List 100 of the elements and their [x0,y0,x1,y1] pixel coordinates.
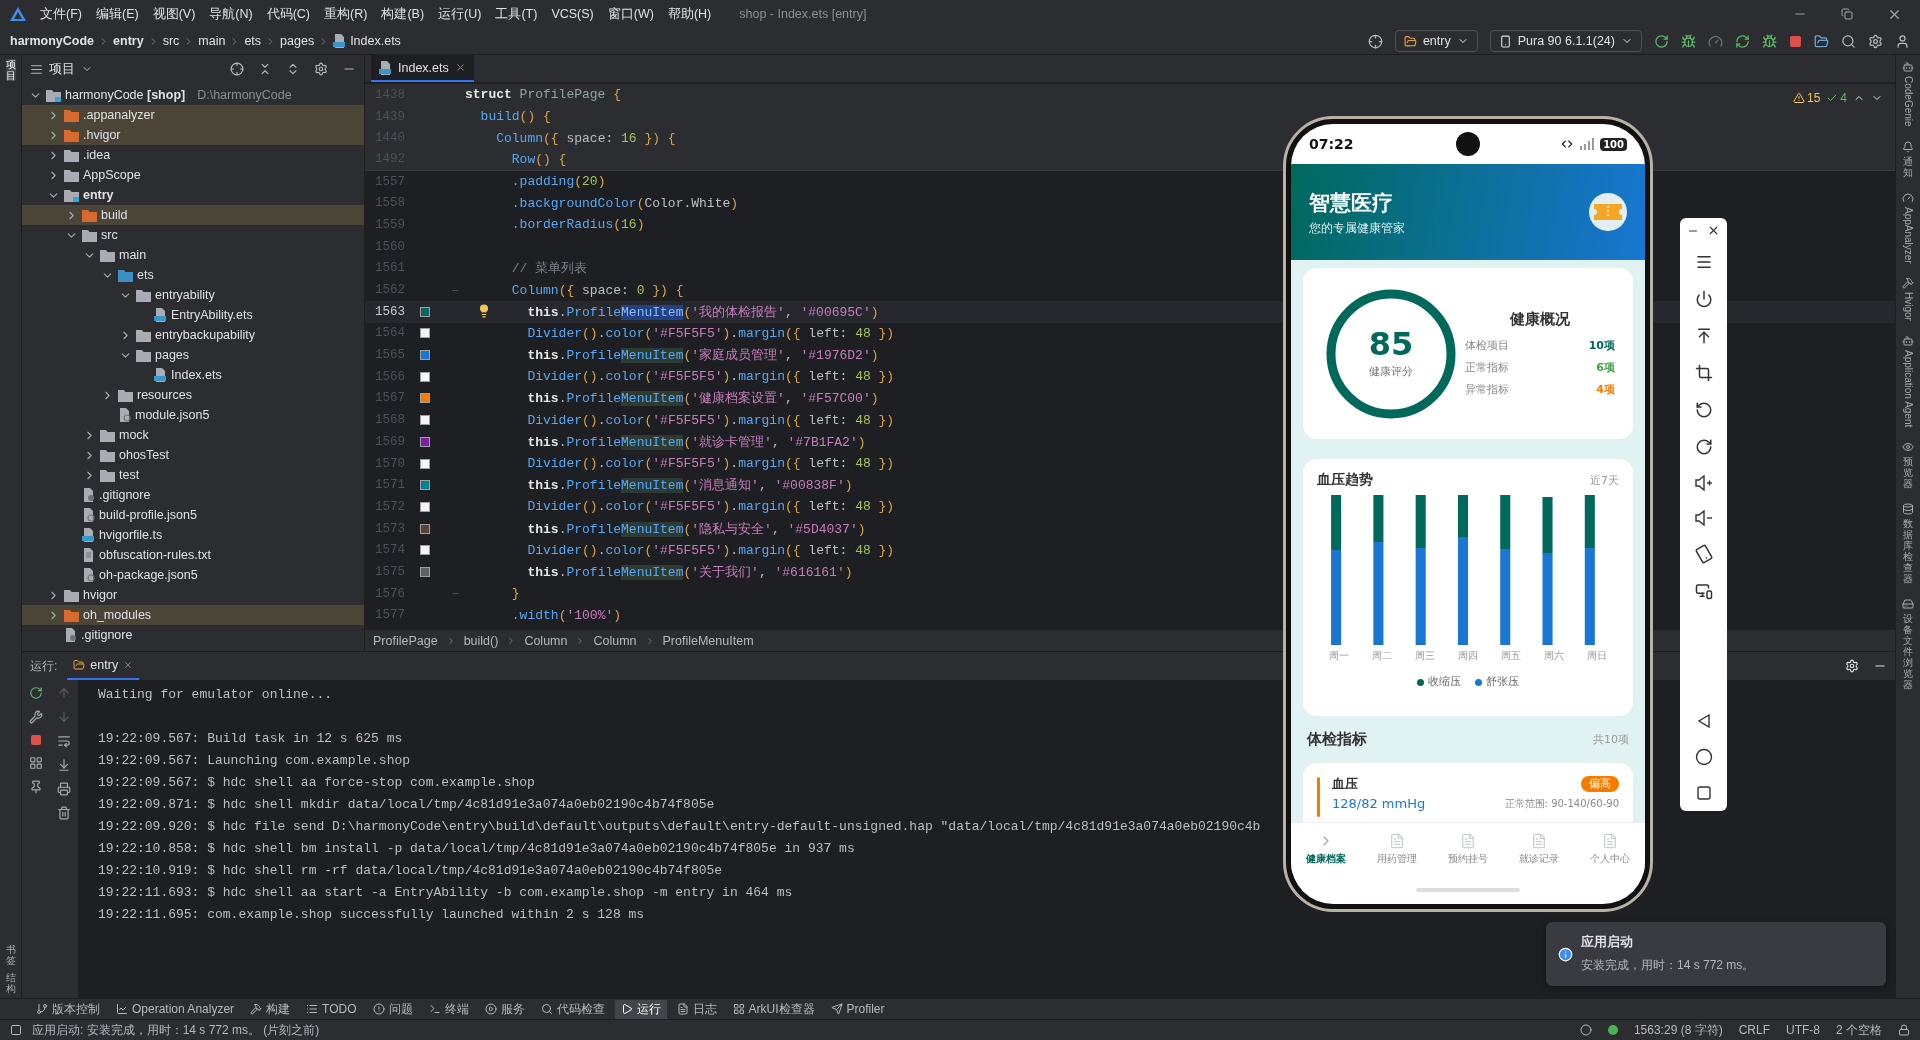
pin-icon[interactable] [29,780,43,794]
breadcrumb-item[interactable]: pages [280,34,315,48]
search-icon[interactable] [1841,33,1856,49]
indent-setting[interactable]: 2 个空格 [1836,1021,1882,1039]
scroll-end-icon[interactable] [57,758,71,772]
target-icon[interactable] [230,62,244,76]
recents-icon[interactable] [1695,785,1712,801]
color-swatch[interactable] [420,415,430,426]
breadcrumb-item[interactable]: entry [113,34,144,48]
menu-item[interactable]: 重构(R) [324,5,368,23]
nav-tab[interactable]: 个人中心 [1574,832,1645,866]
tree-item[interactable]: pages [155,348,190,362]
tree-item[interactable]: .gitignore [81,628,133,642]
nav-tab[interactable]: 预约挂号 [1432,832,1504,866]
close-icon[interactable] [1707,224,1720,237]
tree-item[interactable]: build [101,208,128,222]
cursor-position[interactable]: 1563:29 (8 字符) [1633,1021,1723,1039]
color-swatch[interactable] [420,523,430,534]
color-swatch[interactable] [420,566,430,577]
settings-icon[interactable] [1868,33,1883,49]
tree-item[interactable]: build-profile.json5 [99,508,197,522]
robot-icon[interactable] [1902,335,1914,348]
tool-tab[interactable]: 服务 [478,999,531,1019]
wrap-icon[interactable] [57,734,71,748]
home-icon[interactable] [1694,748,1713,766]
robot-icon[interactable] [1902,61,1914,73]
tool-window-tab[interactable]: 设备文件浏览器 [1903,613,1913,691]
database-icon[interactable] [1902,503,1914,516]
breadcrumb-item[interactable]: Index.ets [350,34,401,48]
tree-item[interactable]: main [119,248,147,262]
tree-item[interactable]: ets [137,268,154,282]
collapse-icon[interactable] [258,62,272,76]
gauge-icon[interactable] [1708,33,1723,49]
structure-breadcrumb[interactable]: Column [593,633,637,648]
menu-item[interactable]: 导航(N) [209,5,253,23]
rotate-right-icon[interactable] [1694,438,1713,456]
volume-up-icon[interactable] [1694,475,1713,491]
trash-icon[interactable] [57,806,71,820]
drive-icon[interactable] [1902,598,1914,611]
lock-icon[interactable] [1898,1024,1910,1036]
tool-tab[interactable]: 运行 [614,999,667,1019]
breadcrumb-item[interactable]: ets [244,34,262,48]
devices-icon[interactable] [1694,582,1713,600]
rerun-icon[interactable] [1654,33,1669,49]
tree-item[interactable]: .gitignore [99,488,151,502]
tool-tab[interactable]: 构建 [244,999,297,1019]
tool-tab[interactable]: ArkUI检查器 [726,999,821,1019]
tree-item[interactable]: harmonyCode [shop] [65,88,186,102]
tree-item[interactable]: obfuscation-rules.txt [99,548,211,562]
lightbulb-icon[interactable] [477,303,491,318]
tree-item[interactable]: .idea [83,148,111,162]
menu-item[interactable]: 文件(F) [40,5,82,23]
settings-icon[interactable] [1845,659,1859,673]
hammer-icon[interactable] [1902,277,1914,290]
avatar[interactable] [1589,193,1627,231]
color-swatch[interactable] [420,371,430,382]
structure-breadcrumb[interactable]: build() [463,633,499,648]
color-swatch[interactable] [420,306,430,317]
tree-item[interactable]: entryability [155,288,215,302]
user-icon[interactable] [1895,33,1910,49]
nav-tab[interactable]: 用药管理 [1361,832,1433,866]
run-config-select[interactable]: entry [1394,30,1478,52]
bell-icon[interactable] [1902,140,1914,153]
menu-item[interactable]: 编辑(E) [95,5,139,23]
menu-item[interactable]: 视图(V) [152,5,196,23]
tool-tab[interactable]: TODO [300,999,363,1019]
color-swatch[interactable] [420,458,430,469]
structure-breadcrumb[interactable]: Column [524,633,568,648]
tool-tab[interactable]: Operation Analyzer [110,999,241,1019]
menu-item[interactable]: 构建(B) [381,5,425,23]
rerun-icon[interactable] [29,686,43,700]
tool-window-tab[interactable]: CodeGenie [1902,76,1914,127]
nav-tab[interactable]: 就诊记录 [1503,832,1575,866]
device-select[interactable]: Pura 90 6.1.1(24) [1489,30,1642,52]
tool-window-tab[interactable]: Hvigor [1902,292,1914,322]
power-icon[interactable] [1694,290,1713,308]
tree-item[interactable]: test [119,468,140,482]
tree-item[interactable]: entrybackupability [155,328,256,342]
menu-icon[interactable] [1694,253,1713,271]
tree-item[interactable]: module.json5 [135,408,210,422]
tool-window-tab[interactable]: 项目 [5,59,16,81]
tool-window-tab[interactable]: 书签 [5,944,16,966]
structure-breadcrumb[interactable]: ProfilePage [373,633,438,648]
breadcrumb-item[interactable]: harmonyCode [10,34,95,48]
tree-item[interactable]: .hvigor [83,128,121,142]
refresh-icon[interactable] [1735,33,1750,49]
tree-item[interactable]: hvigor [83,588,118,602]
tool-tab[interactable]: 日志 [670,999,723,1019]
phone-icon[interactable] [1694,545,1713,563]
color-swatch[interactable] [420,436,430,447]
menu-item[interactable]: VCS(S) [551,7,594,21]
tool-window-tab[interactable]: Application Agent [1902,350,1914,428]
printer-icon[interactable] [57,782,71,796]
editor-tab[interactable]: Index.ets [371,55,474,82]
tree-item[interactable]: AppScope [83,168,141,182]
color-swatch[interactable] [420,501,430,512]
menu-item[interactable]: 运行(U) [438,5,482,23]
tree-item[interactable]: EntryAbility.ets [171,308,253,322]
volume-down-icon[interactable] [1694,510,1713,526]
restore-icon[interactable] [1841,8,1853,20]
